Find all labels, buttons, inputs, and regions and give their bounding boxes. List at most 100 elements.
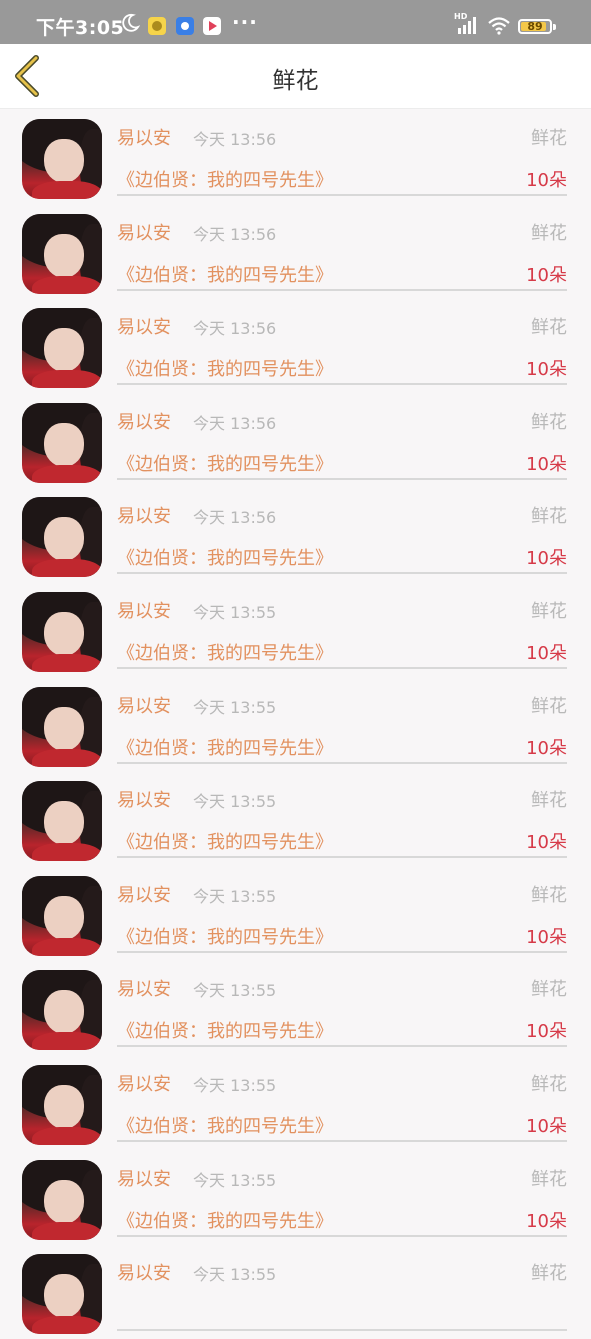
signal-icon <box>458 17 476 34</box>
divider <box>117 288 567 291</box>
avatar-face <box>44 895 84 940</box>
list-item[interactable]: 易以安 今天 13:55 鲜花 《边伯贤：我的四号先生》 10朵 <box>0 1150 591 1245</box>
avatar[interactable] <box>22 875 102 956</box>
user-name[interactable]: 易以安 <box>117 502 171 528</box>
user-name[interactable]: 易以安 <box>117 975 171 1001</box>
wifi-icon <box>488 17 510 35</box>
list-item[interactable]: 易以安 今天 13:55 鲜花 <box>0 1244 591 1339</box>
book-title[interactable]: 《边伯贤：我的四号先生》 <box>117 355 333 381</box>
avatar[interactable] <box>22 1159 102 1240</box>
timestamp: 今天 13:55 <box>193 1265 277 1285</box>
gift-count: 10朵 <box>526 1021 567 1043</box>
battery-level: 89 <box>527 20 543 33</box>
list-item[interactable]: 易以安 今天 13:56 鲜花 《边伯贤：我的四号先生》 10朵 <box>0 487 591 582</box>
avatar[interactable] <box>22 686 102 767</box>
moon-icon <box>122 13 140 32</box>
list-item[interactable]: 易以安 今天 13:56 鲜花 《边伯贤：我的四号先生》 10朵 <box>0 204 591 299</box>
book-title[interactable]: 《边伯贤：我的四号先生》 <box>117 1112 333 1138</box>
list-item[interactable]: 易以安 今天 13:55 鲜花 《边伯贤：我的四号先生》 10朵 <box>0 677 591 772</box>
gift-count: 10朵 <box>526 642 567 664</box>
book-title[interactable]: 《边伯贤：我的四号先生》 <box>117 166 333 192</box>
user-name[interactable]: 易以安 <box>117 313 171 339</box>
divider <box>117 1045 567 1048</box>
divider <box>117 856 567 859</box>
avatar[interactable] <box>22 119 102 199</box>
divider <box>117 761 567 764</box>
avatar[interactable] <box>22 308 102 389</box>
user-name[interactable]: 易以安 <box>117 1259 171 1285</box>
gift-type: 鲜花 <box>531 884 567 906</box>
list-item[interactable]: 易以安 今天 13:55 鲜花 《边伯贤：我的四号先生》 10朵 <box>0 1055 591 1150</box>
avatar-face <box>44 990 84 1035</box>
avatar-clothes <box>32 653 102 672</box>
book-title[interactable]: 《边伯贤：我的四号先生》 <box>117 734 333 760</box>
avatar-clothes <box>32 181 102 199</box>
avatar-clothes <box>32 1221 102 1240</box>
avatar[interactable] <box>22 970 102 1051</box>
timestamp: 今天 13:55 <box>193 792 277 812</box>
avatar[interactable] <box>22 591 102 672</box>
list-item[interactable]: 易以安 今天 13:56 鲜花 《边伯贤：我的四号先生》 10朵 <box>0 109 591 204</box>
avatar[interactable] <box>22 781 102 862</box>
avatar[interactable] <box>22 497 102 578</box>
gift-type: 鲜花 <box>531 979 567 1001</box>
user-name[interactable]: 易以安 <box>117 597 171 623</box>
avatar-face <box>44 801 84 846</box>
user-name[interactable]: 易以安 <box>117 219 171 245</box>
timestamp: 今天 13:56 <box>193 224 277 244</box>
timestamp: 今天 13:56 <box>193 319 277 339</box>
gift-type: 鲜花 <box>531 695 567 717</box>
avatar-clothes <box>32 464 102 483</box>
divider <box>117 1139 567 1142</box>
gift-type: 鲜花 <box>531 1168 567 1190</box>
list-item[interactable]: 易以安 今天 13:55 鲜花 《边伯贤：我的四号先生》 10朵 <box>0 960 591 1055</box>
timestamp: 今天 13:55 <box>193 602 277 622</box>
status-bar: 下午3:05 ··· HD 89 <box>0 0 591 44</box>
gift-count: 10朵 <box>526 1115 567 1137</box>
book-title[interactable]: 《边伯贤：我的四号先生》 <box>117 923 333 949</box>
avatar[interactable] <box>22 1064 102 1145</box>
avatar-clothes <box>32 559 102 578</box>
status-time: 下午3:05 <box>36 17 125 39</box>
avatar[interactable] <box>22 402 102 483</box>
book-title[interactable]: 《边伯贤：我的四号先生》 <box>117 1017 333 1043</box>
avatar-face <box>44 139 84 183</box>
book-title[interactable]: 《边伯贤：我的四号先生》 <box>117 1207 333 1233</box>
avatar[interactable] <box>22 1254 102 1335</box>
user-name[interactable]: 易以安 <box>117 124 171 150</box>
list-item[interactable]: 易以安 今天 13:55 鲜花 《边伯贤：我的四号先生》 10朵 <box>0 866 591 961</box>
gift-type: 鲜花 <box>531 790 567 812</box>
user-name[interactable]: 易以安 <box>117 786 171 812</box>
app-notification-icon <box>176 17 194 35</box>
gift-type: 鲜花 <box>531 600 567 622</box>
avatar-clothes <box>32 937 102 956</box>
book-title[interactable]: 《边伯贤：我的四号先生》 <box>117 828 333 854</box>
user-name[interactable]: 易以安 <box>117 692 171 718</box>
user-name[interactable]: 易以安 <box>117 1070 171 1096</box>
gift-type: 鲜花 <box>531 506 567 528</box>
avatar-clothes <box>32 1032 102 1051</box>
divider <box>117 572 567 575</box>
list-item[interactable]: 易以安 今天 13:56 鲜花 《边伯贤：我的四号先生》 10朵 <box>0 298 591 393</box>
gift-type: 鲜花 <box>531 1263 567 1285</box>
avatar[interactable] <box>22 213 102 294</box>
timestamp: 今天 13:55 <box>193 697 277 717</box>
avatar-clothes <box>32 275 102 294</box>
divider <box>117 477 567 480</box>
book-title[interactable]: 《边伯贤：我的四号先生》 <box>117 639 333 665</box>
book-title[interactable]: 《边伯贤：我的四号先生》 <box>117 261 333 287</box>
book-title[interactable]: 《边伯贤：我的四号先生》 <box>117 450 333 476</box>
user-name[interactable]: 易以安 <box>117 408 171 434</box>
avatar-face <box>44 517 84 562</box>
avatar-face <box>44 706 84 751</box>
avatar-clothes <box>32 1126 102 1145</box>
avatar-clothes <box>32 748 102 767</box>
list-item[interactable]: 易以安 今天 13:55 鲜花 《边伯贤：我的四号先生》 10朵 <box>0 771 591 866</box>
timestamp: 今天 13:56 <box>193 130 277 149</box>
user-name[interactable]: 易以安 <box>117 1165 171 1191</box>
list-item[interactable]: 易以安 今天 13:55 鲜花《边伯贤：我的四号先生》 10朵 <box>0 582 591 677</box>
gift-count: 10朵 <box>526 453 567 475</box>
user-name[interactable]: 易以安 <box>117 881 171 907</box>
book-title[interactable]: 《边伯贤：我的四号先生》 <box>117 544 333 570</box>
list-item[interactable]: 易以安 今天 13:56 鲜花 《边伯贤：我的四号先生》 10朵 <box>0 393 591 488</box>
